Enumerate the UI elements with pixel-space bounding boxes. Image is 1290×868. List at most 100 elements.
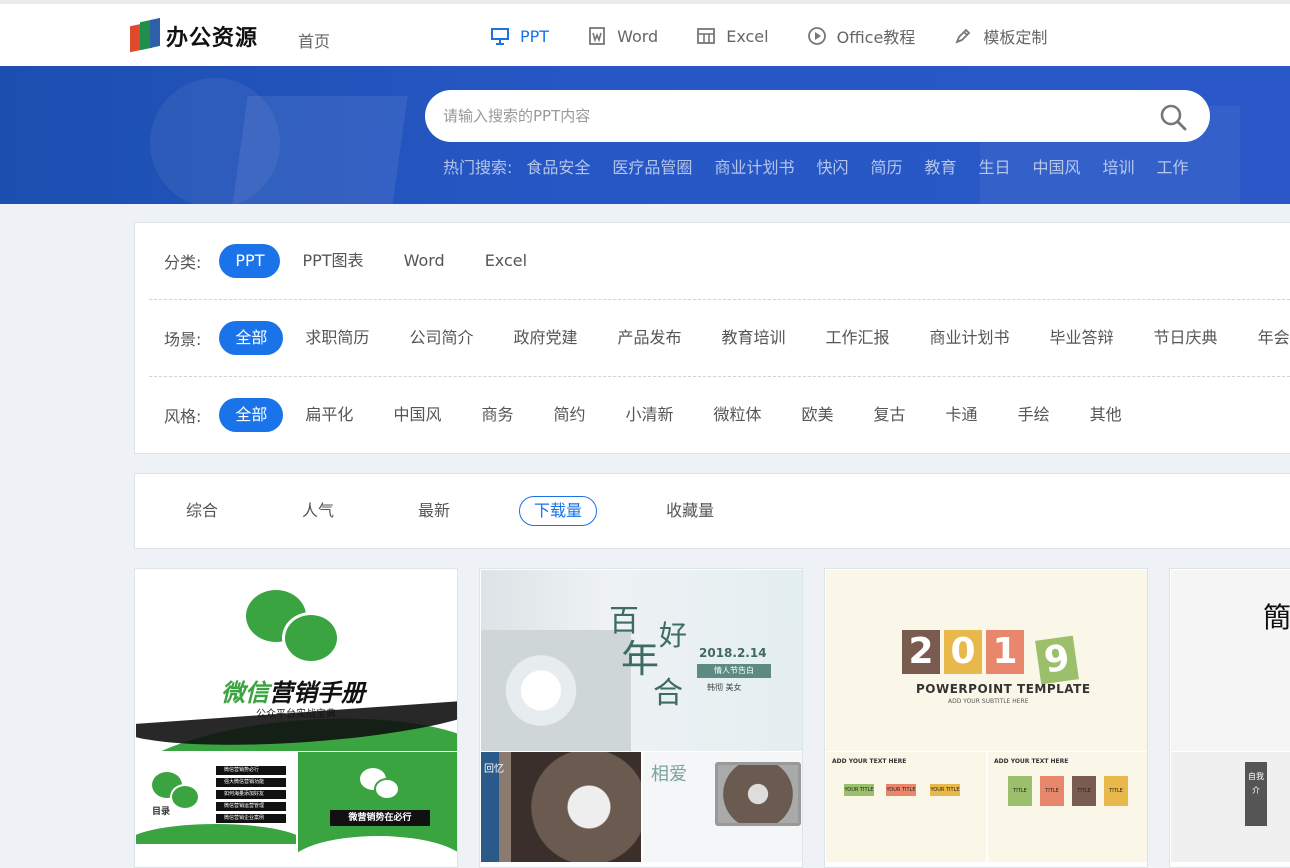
nav-tab-word[interactable]: Word [587, 4, 658, 66]
toc-item: 微信营销势必行 [216, 766, 286, 775]
card-title-char: 簡 [1263, 601, 1290, 634]
sub-vertical-title: 自我介 [1245, 762, 1267, 826]
nav-tab-label: Excel [726, 26, 769, 46]
template-subpage[interactable]: 回忆 [481, 752, 641, 862]
filter-scene-item[interactable]: 年会 [1258, 321, 1290, 355]
sort-popularity[interactable]: 人气 [287, 496, 349, 526]
template-subpage[interactable]: ADD YOUR TEXT HERE YOUR TITLE YOUR TITLE… [826, 752, 986, 862]
hot-search-item[interactable]: 工作 [1157, 154, 1189, 178]
card-names: 韩彻 美女 [707, 683, 742, 692]
template-card[interactable]: 百 年 好 合 2018.2.14 情人节告白 韩彻 美女 回忆 相爱 [479, 568, 803, 868]
sort-comprehensive[interactable]: 综合 [171, 496, 233, 526]
filter-scene-item[interactable]: 求职简历 [305, 321, 369, 355]
template-subpage[interactable]: 微营销势在必行 [298, 752, 457, 862]
mini-title-box: TITLE [1104, 776, 1128, 806]
nav-tab-label: Word [617, 26, 659, 46]
template-thumbnail[interactable]: 百 年 好 合 2018.2.14 情人节告白 韩彻 美女 [481, 570, 802, 751]
hot-search-item[interactable]: 快闪 [816, 154, 848, 178]
hot-search-item[interactable]: 中国风 [1033, 154, 1081, 178]
template-thumbnail[interactable]: 微信营销手册 公众平台实战宝典 [136, 570, 457, 751]
toc-item: 如何海量添加好友 [216, 790, 286, 799]
template-card[interactable]: 簡 自我介 [1169, 568, 1290, 868]
hot-search-item[interactable]: 教育 [924, 154, 956, 178]
sort-newest[interactable]: 最新 [403, 496, 465, 526]
filter-style-item[interactable]: 全部 [219, 398, 284, 432]
filter-style-item[interactable]: 其他 [1090, 398, 1122, 432]
filter-label: 风格: [164, 407, 202, 426]
template-subpage[interactable]: 目录 微信营销势必行 强大微信营销功能 如何海量添加好友 微信营销运营管理 微信… [136, 752, 296, 862]
filter-category-excel[interactable]: Excel [485, 244, 527, 278]
filter-style-item[interactable]: 复古 [874, 398, 906, 432]
logo-books-icon [128, 17, 162, 53]
filter-category-ppt[interactable]: PPT [219, 244, 281, 278]
hot-search-item[interactable]: 生日 [979, 154, 1011, 178]
card-date: 2018.2.14 [699, 646, 767, 660]
hot-search-item[interactable]: 商业计划书 [714, 154, 794, 178]
nav-tab-label: 模板定制 [983, 28, 1048, 47]
filter-style-item[interactable]: 欧美 [802, 398, 834, 432]
filter-scene-item[interactable]: 教育培训 [721, 321, 785, 355]
template-subpage[interactable]: 自我介 [1171, 752, 1290, 862]
filter-style-item[interactable]: 卡通 [946, 398, 978, 432]
nav-tab-template-custom[interactable]: 模板定制 [953, 4, 1047, 66]
filter-category-word[interactable]: Word [404, 244, 445, 278]
hot-search-label: 热门搜索: [443, 158, 513, 177]
template-subpage[interactable]: 相爱 [643, 752, 802, 862]
mini-title-box: TITLE [1072, 776, 1096, 806]
toc-item: 微信营销运营管理 [216, 802, 286, 811]
year-digit: 9 [1035, 635, 1079, 685]
white-swoosh [298, 836, 457, 862]
wechat-icon [170, 784, 200, 810]
filter-style-item[interactable]: 中国风 [393, 398, 441, 432]
filter-scene-item[interactable]: 毕业答辩 [1050, 321, 1114, 355]
mini-title-box: TITLE [1008, 776, 1032, 806]
hot-search-item[interactable]: 简历 [870, 154, 902, 178]
sub-caption: 微营销势在必行 [330, 810, 430, 826]
site-logo[interactable]: 办公资源 [128, 17, 258, 54]
sub-heading: ADD YOUR TEXT HERE [994, 758, 1069, 765]
nav-tab-office-tutorial[interactable]: Office教程 [807, 4, 915, 66]
mini-title-box: YOUR TITLE [930, 784, 960, 796]
filter-scene-item[interactable]: 政府党建 [513, 321, 577, 355]
filter-style-item[interactable]: 扁平化 [305, 398, 353, 432]
hot-search-item[interactable]: 食品安全 [526, 154, 590, 178]
filter-style-item[interactable]: 微粒体 [714, 398, 762, 432]
word-doc-icon [587, 26, 607, 46]
filter-scene-item[interactable]: 公司简介 [409, 321, 473, 355]
book-decoration [232, 96, 408, 204]
mini-title-box: YOUR TITLE [886, 784, 916, 796]
green-swoosh [136, 824, 296, 844]
top-nav: 办公资源 首页 PPT Word Excel Office教程 模板定制 [0, 0, 1290, 70]
presentation-icon [490, 26, 510, 46]
filter-scene-item[interactable]: 工作汇报 [826, 321, 890, 355]
filter-style-item[interactable]: 手绘 [1018, 398, 1050, 432]
filter-category-ppt-chart[interactable]: PPT图表 [302, 244, 363, 278]
template-subpage[interactable]: ADD YOUR TEXT HERE TITLE TITLE TITLE TIT… [988, 752, 1147, 862]
filter-scene-item[interactable]: 全部 [219, 321, 284, 355]
filter-style-item[interactable]: 商务 [481, 398, 513, 432]
template-thumbnail[interactable]: 簡 [1171, 570, 1290, 751]
nav-tab-ppt[interactable]: PPT [490, 4, 550, 70]
sort-downloads[interactable]: 下载量 [519, 496, 598, 526]
filter-row-scene: 场景: 全部 求职简历 公司简介 政府党建 产品发布 教育培训 工作汇报 商业计… [135, 300, 1290, 376]
nav-home-link[interactable]: 首页 [298, 28, 330, 52]
filter-scene-item[interactable]: 商业计划书 [930, 321, 1010, 355]
hot-search-item[interactable]: 培训 [1103, 154, 1135, 178]
year-digit: 0 [944, 630, 982, 674]
filter-style-item[interactable]: 小清新 [625, 398, 673, 432]
search-button[interactable] [1158, 102, 1188, 132]
card-title: 微信营销手册 [221, 679, 365, 707]
template-card[interactable]: 2 0 1 9 POWERPOINT TEMPLATE ADD YOUR SUB… [824, 568, 1148, 868]
hot-search-item[interactable]: 医疗品管圈 [612, 154, 692, 178]
template-thumbnail[interactable]: 2 0 1 9 POWERPOINT TEMPLATE ADD YOUR SUB… [826, 570, 1147, 751]
sort-favorites[interactable]: 收藏量 [651, 496, 729, 526]
search-icon [1160, 104, 1187, 131]
filter-style-item[interactable]: 简约 [553, 398, 585, 432]
nav-tab-excel[interactable]: Excel [696, 4, 769, 66]
search-input[interactable] [443, 104, 1123, 128]
year-digit: 2 [902, 630, 940, 674]
hot-search: 热门搜索: 食品安全 医疗品管圈 商业计划书 快闪 简历 教育 生日 中国风 培… [443, 154, 1211, 178]
template-card[interactable]: 微信营销手册 公众平台实战宝典 目录 微信营销势必行 强大微信营销功能 如何海量… [134, 568, 458, 868]
filter-scene-item[interactable]: 节日庆典 [1154, 321, 1218, 355]
filter-scene-item[interactable]: 产品发布 [617, 321, 681, 355]
